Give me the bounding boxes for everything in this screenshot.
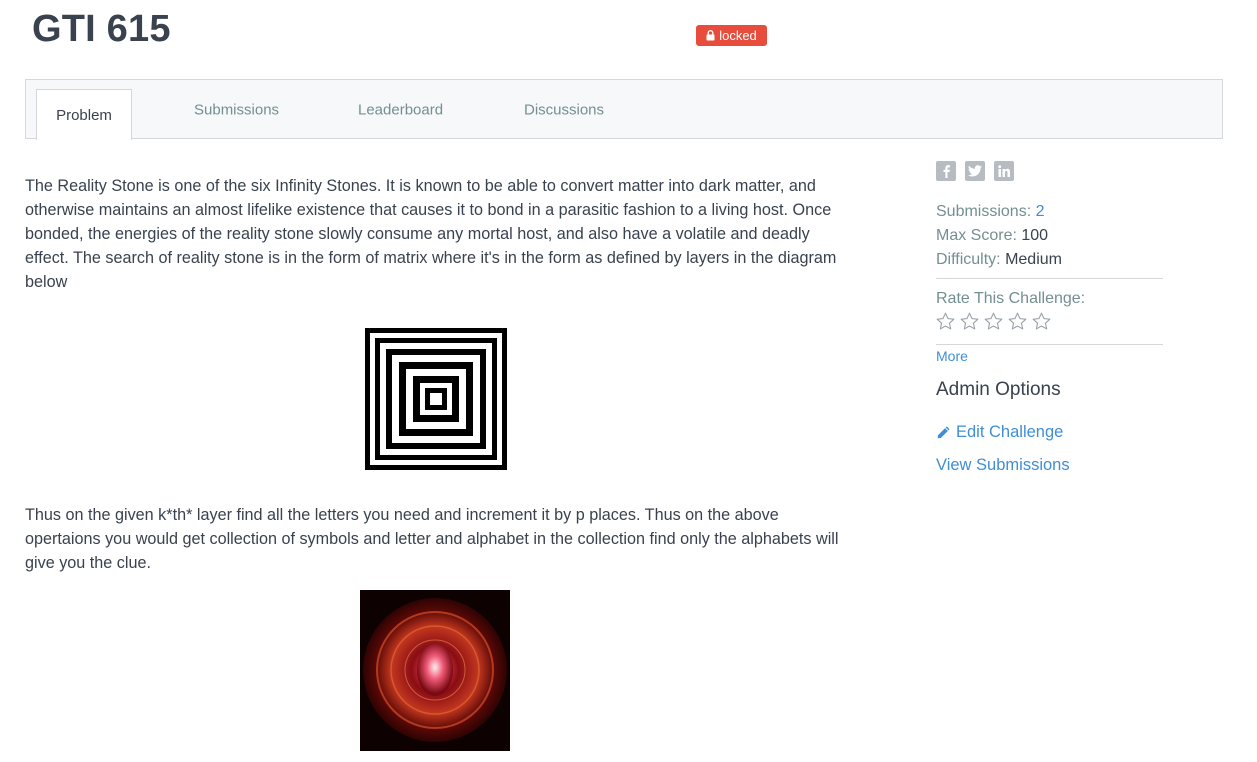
difficulty-stat: Difficulty: Medium: [936, 251, 1062, 269]
rating-stars: [935, 311, 1052, 332]
edit-challenge-label: Edit Challenge: [956, 423, 1064, 441]
star-icon[interactable]: [959, 311, 980, 332]
star-icon[interactable]: [1031, 311, 1052, 332]
share-icons: [936, 161, 1014, 181]
star-icon[interactable]: [1007, 311, 1028, 332]
pencil-icon: [937, 426, 950, 439]
divider: [936, 344, 1163, 345]
admin-options-heading: Admin Options: [936, 379, 1061, 400]
max-score-label: Max Score:: [936, 227, 1017, 244]
tab-discussions[interactable]: Discussions: [524, 102, 604, 119]
locked-badge: locked: [696, 25, 767, 46]
reality-stone-image: [360, 590, 510, 751]
tab-problem[interactable]: Problem: [36, 89, 132, 140]
max-score-value: 100: [1021, 227, 1049, 244]
facebook-icon[interactable]: [936, 161, 956, 181]
problem-paragraph-1: The Reality Stone is one of the six Infi…: [25, 177, 837, 291]
tab-submissions[interactable]: Submissions: [194, 102, 279, 119]
concentric-squares-diagram: [365, 328, 507, 470]
star-icon[interactable]: [983, 311, 1004, 332]
rate-challenge-label: Rate This Challenge:: [936, 290, 1086, 307]
twitter-icon[interactable]: [965, 161, 985, 181]
linkedin-icon[interactable]: [994, 161, 1014, 181]
difficulty-label: Difficulty:: [936, 251, 1001, 268]
difficulty-value: Medium: [1005, 251, 1062, 268]
page-title: GTI 615: [32, 8, 171, 50]
submissions-count-link[interactable]: 2: [1036, 203, 1045, 220]
edit-challenge-link[interactable]: Edit Challenge: [936, 423, 1063, 442]
problem-paragraph-2: Thus on the given k*th* layer find all t…: [25, 506, 839, 572]
locked-badge-label: locked: [719, 28, 757, 43]
max-score-stat: Max Score: 100: [936, 227, 1048, 245]
tab-leaderboard[interactable]: Leaderboard: [358, 102, 443, 119]
divider: [936, 278, 1163, 279]
star-icon[interactable]: [935, 311, 956, 332]
submissions-stat: Submissions: 2: [936, 203, 1045, 221]
lock-icon: [706, 30, 715, 41]
challenge-tabs: Problem Submissions Leaderboard Discussi…: [25, 79, 1223, 140]
more-link[interactable]: More: [936, 348, 968, 364]
submissions-label: Submissions:: [936, 203, 1032, 220]
view-submissions-link[interactable]: View Submissions: [936, 456, 1070, 475]
